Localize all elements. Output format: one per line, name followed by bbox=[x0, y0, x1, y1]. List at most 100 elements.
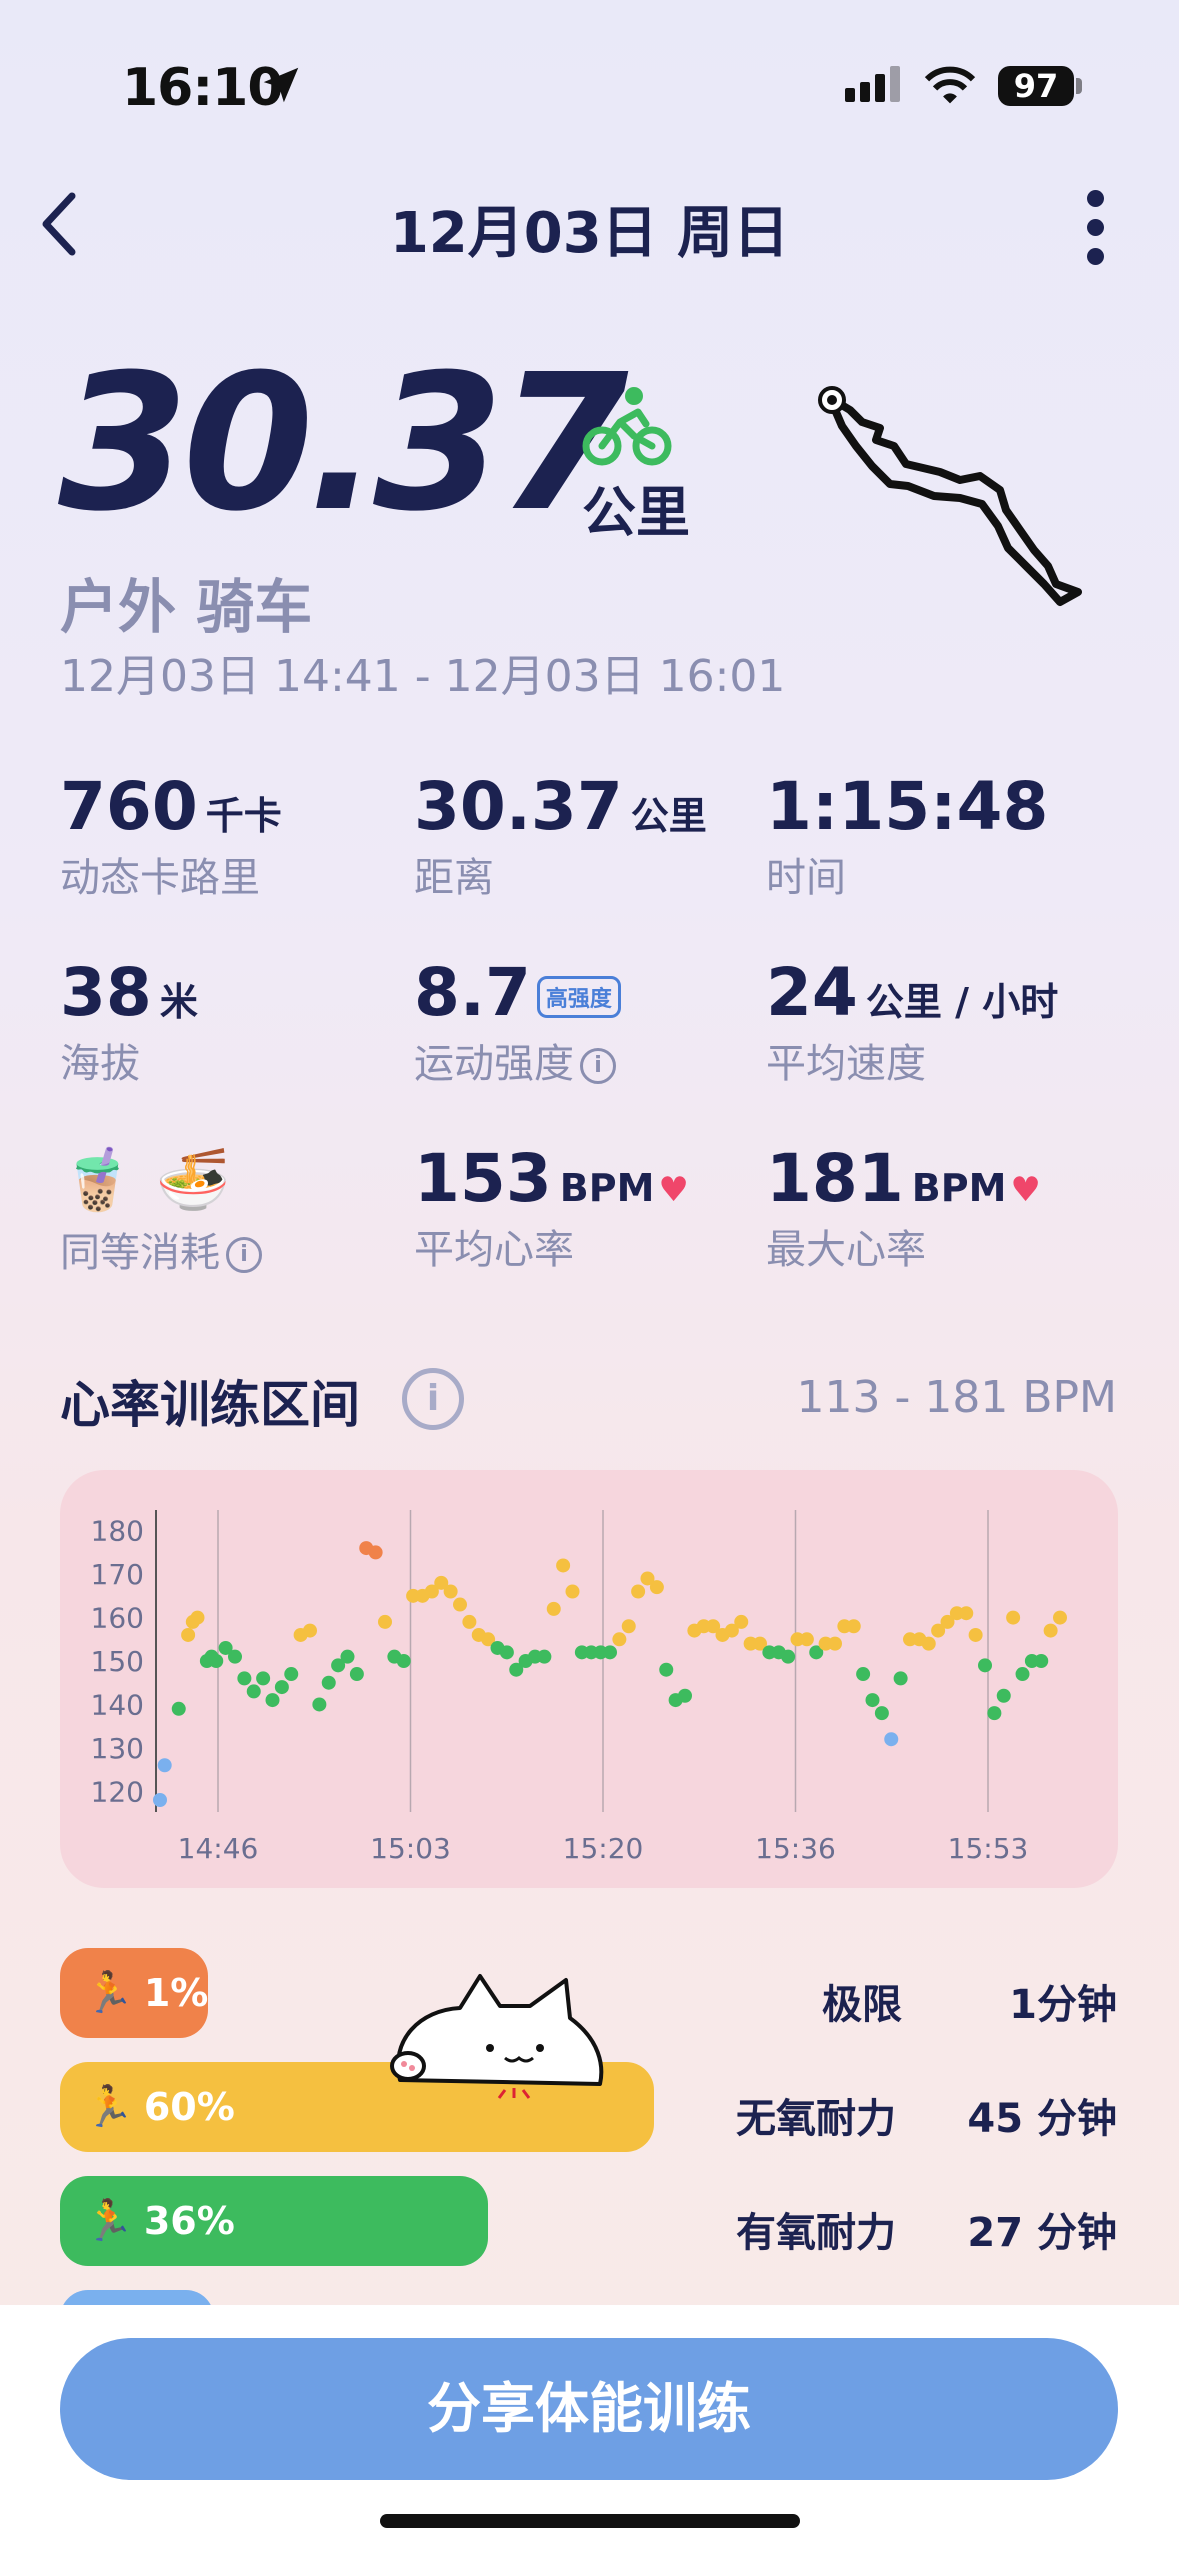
hr-data-point bbox=[799, 1632, 814, 1647]
info-icon[interactable]: i bbox=[226, 1237, 262, 1273]
hr-data-point bbox=[284, 1667, 299, 1682]
distance-unit: 公里 bbox=[582, 481, 690, 544]
zone-bar-aerobic: 🏃 36% bbox=[60, 2176, 488, 2266]
share-workout-button[interactable]: 分享体能训练 bbox=[60, 2338, 1118, 2480]
location-arrow-icon bbox=[263, 67, 299, 103]
runner-icon: 🏃 bbox=[84, 1970, 134, 2016]
home-indicator bbox=[380, 2514, 800, 2528]
heart-icon: ♥ bbox=[658, 1170, 689, 1210]
info-icon[interactable]: i bbox=[402, 1368, 464, 1430]
hr-range: 113 - 181 BPM bbox=[796, 1372, 1117, 1423]
hr-data-point bbox=[443, 1584, 458, 1599]
hr-data-point bbox=[157, 1758, 172, 1773]
stat-label: 动态卡路里 bbox=[60, 855, 260, 901]
y-tick-label: 160 bbox=[91, 1602, 144, 1635]
stat-unit: 公里 bbox=[630, 794, 707, 838]
stat-label: 运动强度 bbox=[414, 1041, 574, 1087]
distance-value: 30.37 bbox=[58, 334, 629, 553]
stat-value: 30.37 bbox=[414, 768, 623, 845]
hr-data-point bbox=[987, 1706, 1002, 1721]
wifi-icon bbox=[924, 66, 976, 104]
hr-data-point bbox=[349, 1667, 364, 1682]
hr-data-point bbox=[181, 1627, 196, 1642]
hr-data-point bbox=[612, 1632, 627, 1647]
hr-data-point bbox=[996, 1688, 1011, 1703]
hr-data-point bbox=[340, 1649, 355, 1664]
stat-max-hr: 181 BPM ♥ 最大心率 bbox=[766, 1140, 1041, 1275]
stat-label: 平均速度 bbox=[766, 1041, 926, 1087]
hr-data-point bbox=[968, 1627, 983, 1642]
hr-data-point bbox=[828, 1636, 842, 1651]
heart-rate-chart-svg: 180 170 160 150 140 130 120 14:46 15:03 15:20 15:3… bbox=[91, 1510, 1067, 1865]
hr-data-point bbox=[321, 1675, 336, 1690]
hr-data-point bbox=[659, 1662, 674, 1677]
stat-unit: BPM bbox=[911, 1166, 1007, 1210]
cycling-icon bbox=[582, 387, 672, 466]
hr-data-point bbox=[303, 1623, 317, 1638]
stat-intensity[interactable]: 8.7 高强度 运动强度 i bbox=[414, 954, 621, 1089]
stat-unit: 千卡 bbox=[205, 794, 282, 838]
hr-data-point bbox=[556, 1558, 571, 1573]
y-tick-label: 140 bbox=[91, 1688, 144, 1721]
stat-calories: 760 千卡 动态卡路里 bbox=[60, 768, 282, 903]
stat-label: 最大心率 bbox=[766, 1227, 926, 1273]
activity-time-range: 12月03日 14:41 - 12月03日 16:01 bbox=[60, 651, 786, 702]
hr-data-point bbox=[978, 1658, 992, 1673]
intensity-badge: 高强度 bbox=[536, 975, 621, 1018]
runner-icon: 🏃 bbox=[84, 2084, 134, 2130]
heart-rate-chart: 180 170 160 150 140 130 120 14:46 15:03 15:20 15:3… bbox=[60, 1470, 1118, 1888]
hr-data-point bbox=[649, 1580, 664, 1595]
stat-value: 38 bbox=[60, 954, 152, 1031]
hr-data-point bbox=[256, 1671, 271, 1686]
hr-data-point bbox=[537, 1649, 552, 1664]
hr-data-point bbox=[237, 1671, 252, 1686]
zone-time: 1分钟 bbox=[1009, 1982, 1117, 2028]
cat-sticker bbox=[390, 1974, 604, 2099]
hr-data-point bbox=[631, 1584, 646, 1599]
activity-type: 户外 骑车 bbox=[60, 573, 313, 641]
stat-unit: 米 bbox=[159, 980, 198, 1024]
hr-data-point bbox=[171, 1701, 186, 1716]
stat-equivalent[interactable]: 🧋 🍜 同等消耗 i bbox=[60, 1140, 262, 1278]
stat-duration: 1:15:48 时间 bbox=[766, 768, 1048, 903]
stat-avg-speed: 24 公里 / 小时 平均速度 bbox=[766, 954, 1058, 1089]
hr-data-point bbox=[546, 1601, 561, 1616]
hr-data-point bbox=[603, 1645, 617, 1660]
stat-value: 8.7 bbox=[414, 954, 531, 1031]
hr-data-point bbox=[1015, 1667, 1030, 1682]
zone-percent: 1% bbox=[143, 1971, 209, 2015]
stat-value: 760 bbox=[60, 768, 198, 845]
zone-percent: 60% bbox=[143, 2085, 235, 2129]
hr-data-point bbox=[378, 1614, 392, 1629]
stat-label: 同等消耗 bbox=[60, 1230, 220, 1276]
zone-name: 极限 bbox=[822, 1982, 902, 2028]
hr-data-point bbox=[190, 1610, 205, 1625]
hr-data-point bbox=[396, 1654, 411, 1668]
x-tick-label: 15:53 bbox=[948, 1832, 1029, 1865]
stat-label: 时间 bbox=[766, 855, 846, 901]
zone-name: 有氧耐力 bbox=[736, 2210, 896, 2256]
battery-tip bbox=[1076, 78, 1082, 94]
zone-time: 27 分钟 bbox=[967, 2210, 1117, 2256]
page-title: 12月03日 周日 bbox=[389, 201, 790, 266]
hr-data-point bbox=[856, 1667, 871, 1682]
hr-data-point bbox=[865, 1693, 880, 1708]
x-tick-label: 15:36 bbox=[755, 1832, 836, 1865]
hr-data-point bbox=[228, 1649, 242, 1664]
info-icon[interactable]: i bbox=[580, 1048, 616, 1084]
zone-percent: 36% bbox=[143, 2199, 235, 2243]
y-tick-label: 150 bbox=[91, 1645, 144, 1678]
stat-unit: 公里 / 小时 bbox=[865, 980, 1059, 1024]
hr-data-point bbox=[274, 1680, 289, 1695]
x-tick-label: 14:46 bbox=[178, 1832, 259, 1865]
stat-value: 181 bbox=[766, 1140, 904, 1217]
y-tick-label: 170 bbox=[91, 1558, 144, 1591]
y-tick-label: 130 bbox=[91, 1732, 144, 1765]
more-options-icon[interactable] bbox=[1080, 190, 1110, 266]
hr-data-point bbox=[1006, 1610, 1021, 1625]
hr-data-point bbox=[893, 1671, 908, 1686]
hr-data-point bbox=[1053, 1610, 1067, 1625]
zone-time: 45 分钟 bbox=[967, 2096, 1117, 2142]
hr-data-point bbox=[621, 1619, 636, 1634]
hr-data-point bbox=[265, 1693, 280, 1708]
